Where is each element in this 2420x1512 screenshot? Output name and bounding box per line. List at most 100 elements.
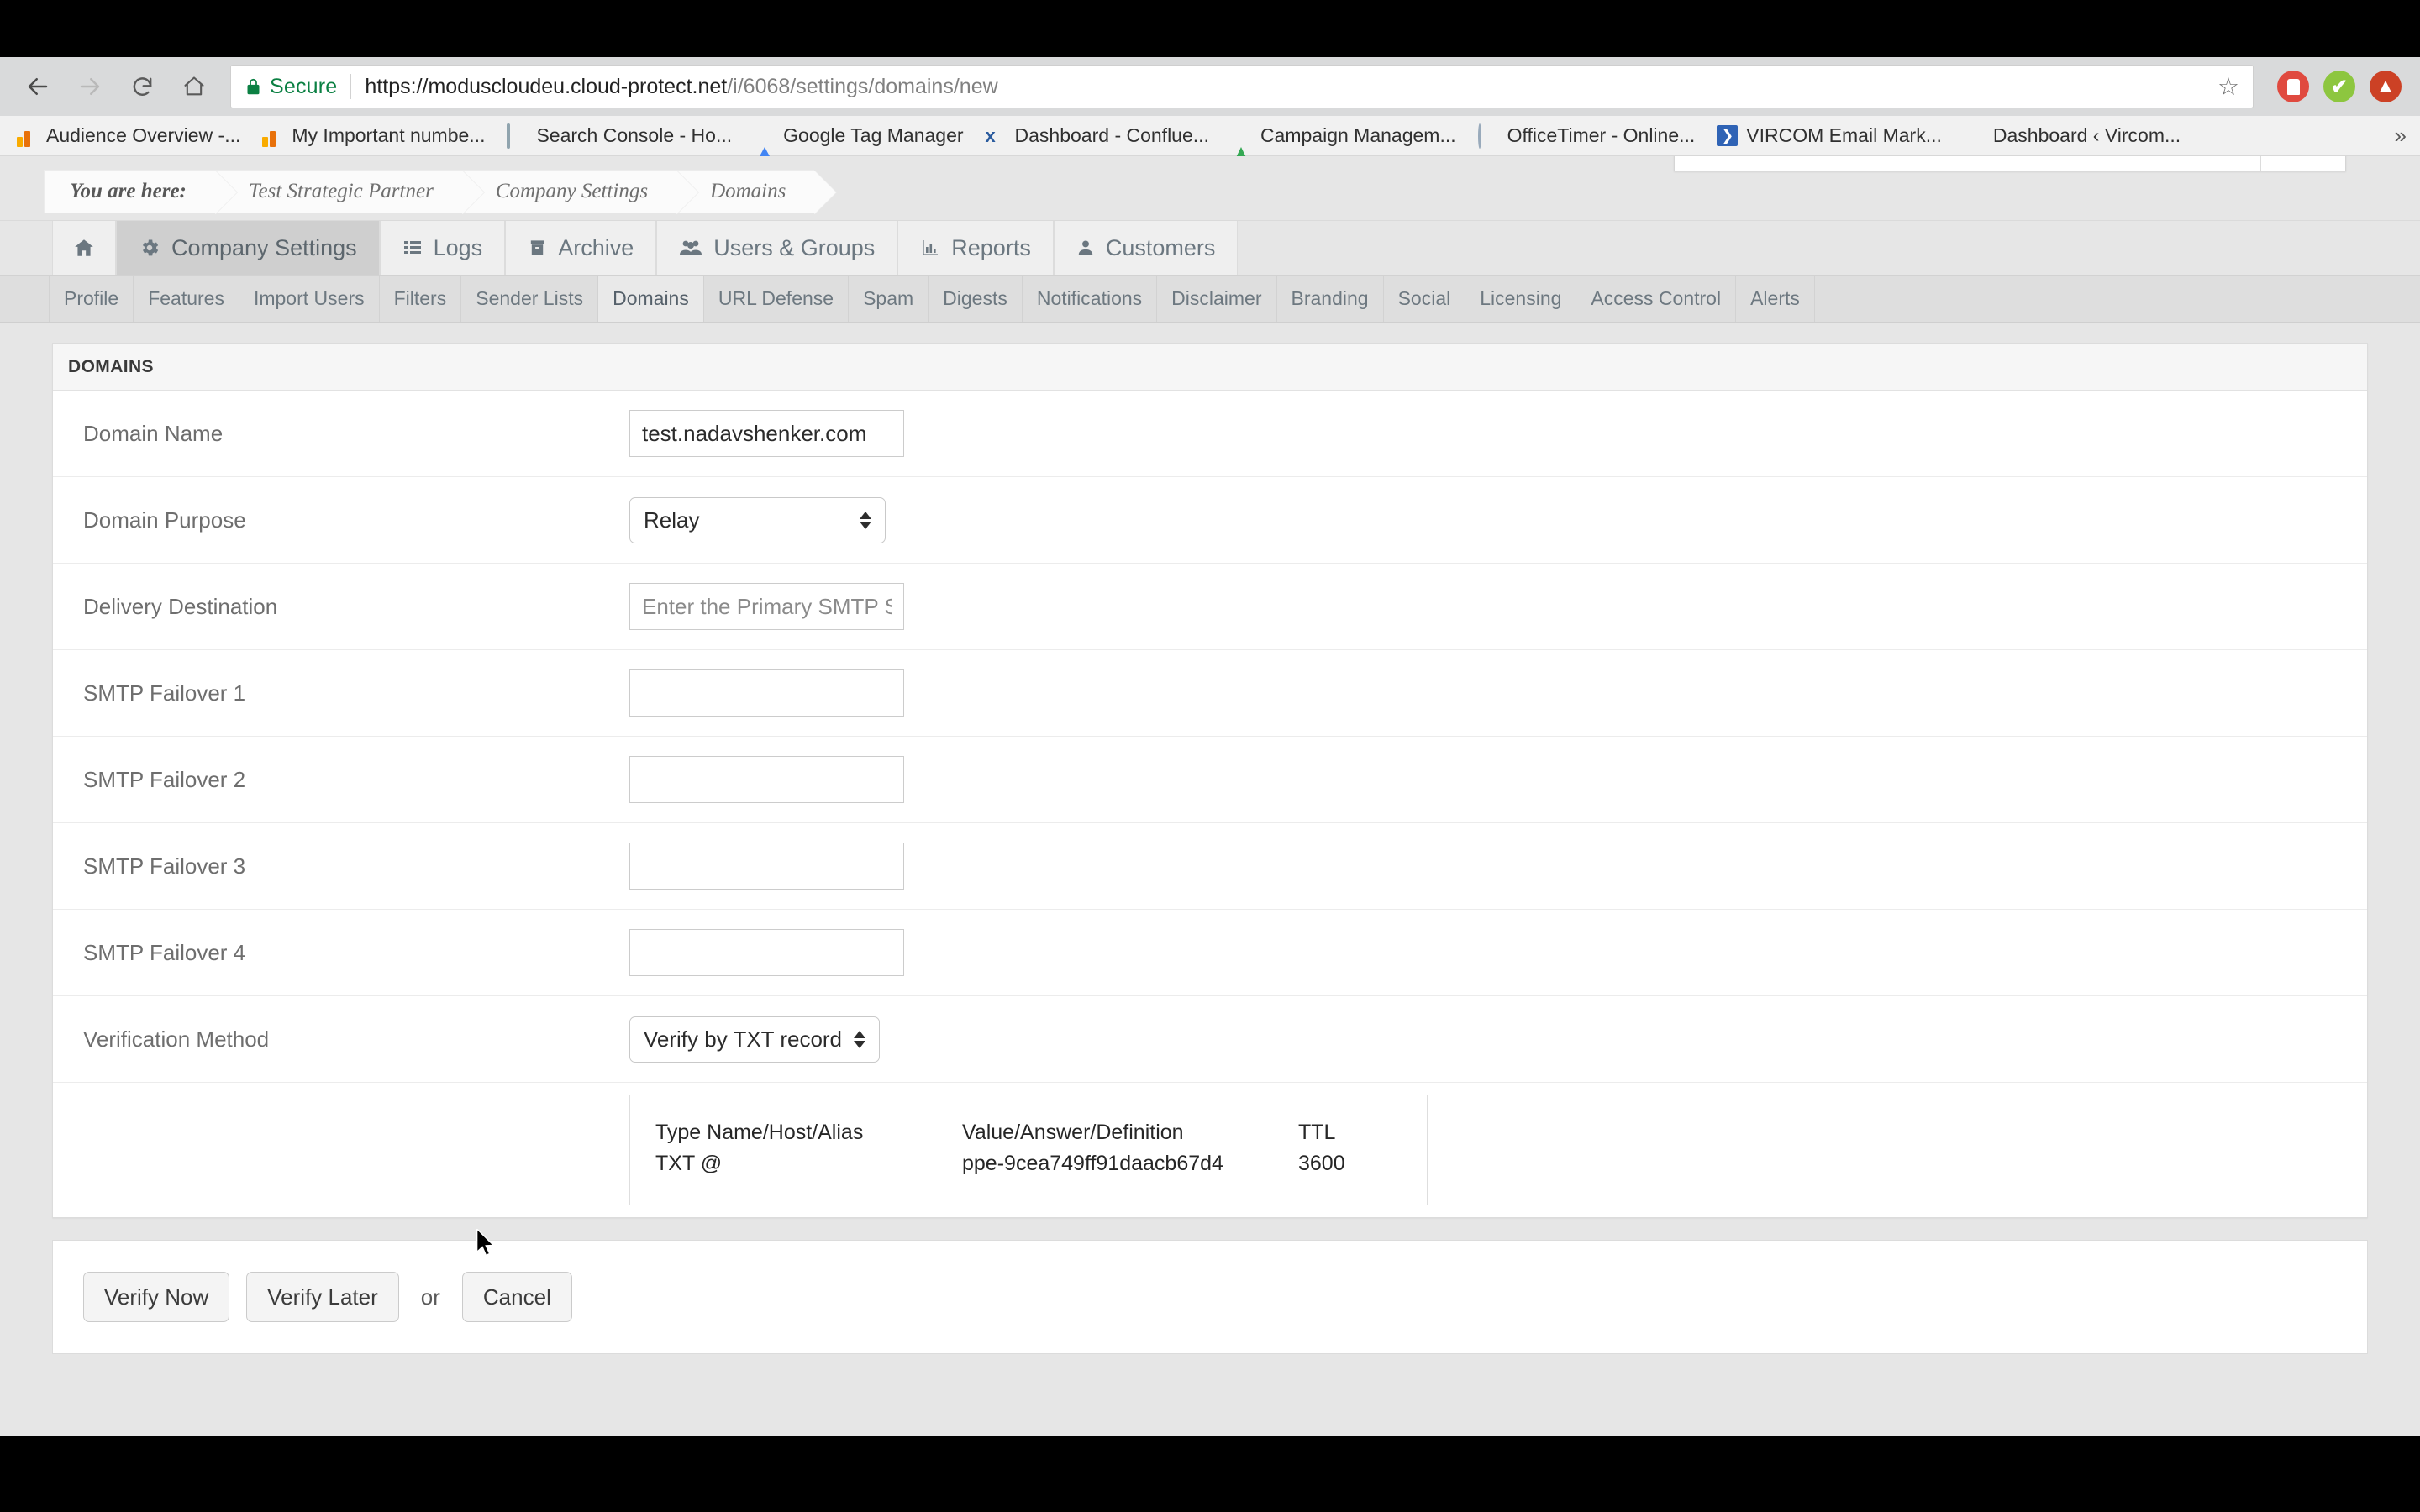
cell-value: ppe-9cea749ff91daacb67d4 xyxy=(962,1152,1298,1176)
domain-name-input[interactable] xyxy=(629,410,904,457)
forward-arrow-icon[interactable] xyxy=(64,60,116,113)
verify-now-button[interactable]: Verify Now xyxy=(83,1272,229,1322)
bookmark-item[interactable]: Audience Overview -... xyxy=(17,124,240,147)
nav-tab-users-groups[interactable]: Users & Groups xyxy=(656,221,897,275)
user-icon xyxy=(1076,238,1095,258)
nav-tab-label: Logs xyxy=(434,235,483,261)
subtab-social[interactable]: Social xyxy=(1384,276,1466,322)
bookmark-item[interactable]: Google Tag Manager xyxy=(754,124,963,147)
secure-label: Secure xyxy=(270,75,337,99)
smtp-failover-4-input[interactable] xyxy=(629,929,904,976)
url-text: https://moduscloudeu.cloud-protect.net/i… xyxy=(365,75,997,99)
nav-tab-reports[interactable]: Reports xyxy=(897,221,1054,275)
column-header-ttl: TTL xyxy=(1298,1121,1402,1152)
verification-method-value: Verify by TXT record xyxy=(644,1026,842,1053)
field-row-smtp-failover-2: SMTP Failover 2 xyxy=(53,737,2367,823)
or-label: or xyxy=(416,1284,445,1310)
back-arrow-icon[interactable] xyxy=(12,60,64,113)
subtab-filters[interactable]: Filters xyxy=(380,276,462,322)
subtab-domains[interactable]: Domains xyxy=(598,276,704,322)
chevron-updown-icon xyxy=(860,512,871,529)
bookmark-label: VIRCOM Email Mark... xyxy=(1746,124,1942,147)
subtab-features[interactable]: Features xyxy=(134,276,239,322)
bookmark-label: Google Tag Manager xyxy=(783,124,963,147)
delivery-destination-input[interactable] xyxy=(629,583,904,630)
smtp-failover-2-input[interactable] xyxy=(629,756,904,803)
nav-tab-archive[interactable]: Archive xyxy=(505,221,656,275)
bookmark-item[interactable]: x Dashboard - Conflue... xyxy=(986,124,1209,147)
subtab-spam[interactable]: Spam xyxy=(849,276,929,322)
domain-purpose-value: Relay xyxy=(644,507,699,533)
verification-method-select[interactable]: Verify by TXT record xyxy=(629,1016,880,1063)
field-row-smtp-failover-4: SMTP Failover 4 xyxy=(53,910,2367,996)
subtab-profile[interactable]: Profile xyxy=(49,276,134,322)
bookmark-label: My Important numbe... xyxy=(292,124,485,147)
list-icon xyxy=(402,238,423,258)
subtab-licensing[interactable]: Licensing xyxy=(1465,276,1576,322)
reload-icon[interactable] xyxy=(116,60,168,113)
google-analytics-icon xyxy=(17,125,39,147)
breadcrumb-item-company-settings[interactable]: Company Settings xyxy=(462,170,676,213)
nav-tab-logs[interactable]: Logs xyxy=(380,221,506,275)
table-header-row: Type Name/Host/Alias Value/Answer/Defini… xyxy=(655,1121,1402,1152)
gear-icon xyxy=(139,237,160,259)
bookmarks-overflow-icon[interactable]: » xyxy=(2395,123,2407,149)
browser-window: Secure https://moduscloudeu.cloud-protec… xyxy=(0,57,2420,1436)
bookmark-item[interactable]: Campaign Managem... xyxy=(1231,124,1456,147)
field-label: Domain Name xyxy=(83,421,629,447)
bookmark-item[interactable]: Search Console - Ho... xyxy=(507,124,732,147)
page-viewport: You are here: Test Strategic Partner Com… xyxy=(0,156,2420,1436)
adblock-extension-icon[interactable] xyxy=(2277,71,2309,102)
subtab-import-users[interactable]: Import Users xyxy=(239,276,380,322)
bookmark-label: Dashboard ‹ Vircom... xyxy=(1993,124,2181,147)
bookmark-item[interactable]: ❯ VIRCOM Email Mark... xyxy=(1717,124,1942,147)
breadcrumb-item-partner[interactable]: Test Strategic Partner xyxy=(215,170,462,213)
bookmark-item[interactable]: My Important numbe... xyxy=(262,124,485,147)
domains-panel: DOMAINS Domain Name Domain Purpose Relay… xyxy=(52,343,2368,1218)
nav-tab-label: Customers xyxy=(1106,235,1216,261)
cell-ttl: 3600 xyxy=(1298,1152,1402,1176)
omnibox-divider xyxy=(350,74,351,99)
subtab-sender-lists[interactable]: Sender Lists xyxy=(461,276,598,322)
nav-tab-company-settings[interactable]: Company Settings xyxy=(116,221,380,275)
google-tag-manager-icon xyxy=(754,125,776,147)
screen: Secure https://moduscloudeu.cloud-protec… xyxy=(0,0,2420,1512)
bookmark-star-icon[interactable]: ☆ xyxy=(2217,72,2239,102)
field-row-smtp-failover-3: SMTP Failover 3 xyxy=(53,823,2367,910)
breadcrumb-prefix: You are here: xyxy=(44,170,215,213)
subtab-branding[interactable]: Branding xyxy=(1277,276,1384,322)
subtab-digests[interactable]: Digests xyxy=(929,276,1023,322)
home-icon xyxy=(73,237,95,259)
lock-icon xyxy=(245,77,262,97)
panel-title: DOMAINS xyxy=(53,344,2367,391)
cancel-button[interactable]: Cancel xyxy=(462,1272,572,1322)
subtab-url-defense[interactable]: URL Defense xyxy=(704,276,849,322)
bookmark-label: Audience Overview -... xyxy=(46,124,240,147)
bookmark-label: OfficeTimer - Online... xyxy=(1507,124,1696,147)
smtp-failover-1-input[interactable] xyxy=(629,669,904,717)
bar-chart-icon xyxy=(920,238,940,258)
home-icon[interactable] xyxy=(168,60,220,113)
archive-box-icon xyxy=(528,238,547,258)
upload-extension-icon[interactable]: ▲ xyxy=(2370,71,2402,102)
field-label: SMTP Failover 4 xyxy=(83,940,629,966)
field-label: SMTP Failover 3 xyxy=(83,853,629,879)
bookmark-item[interactable]: Dashboard ‹ Vircom... xyxy=(1964,124,2181,147)
subtab-access-control[interactable]: Access Control xyxy=(1576,276,1736,322)
nav-tab-label: Reports xyxy=(951,235,1031,261)
smtp-failover-3-input[interactable] xyxy=(629,843,904,890)
table-row: TXT @ ppe-9cea749ff91daacb67d4 3600 xyxy=(655,1152,1402,1176)
subtab-notifications[interactable]: Notifications xyxy=(1023,276,1157,322)
verify-later-button[interactable]: Verify Later xyxy=(246,1272,399,1322)
browser-toolbar: Secure https://moduscloudeu.cloud-protec… xyxy=(0,57,2420,116)
form-actions: Verify Now Verify Later or Cancel xyxy=(52,1240,2368,1354)
subtab-alerts[interactable]: Alerts xyxy=(1736,276,1815,322)
domain-purpose-select[interactable]: Relay xyxy=(629,497,886,543)
nav-tab-customers[interactable]: Customers xyxy=(1054,221,1239,275)
google-analytics-icon xyxy=(262,125,284,147)
address-bar[interactable]: Secure https://moduscloudeu.cloud-protec… xyxy=(230,65,2254,108)
bookmark-item[interactable]: OfficeTimer - Online... xyxy=(1478,124,1696,147)
nav-tab-home[interactable] xyxy=(52,221,116,275)
subtab-disclaimer[interactable]: Disclaimer xyxy=(1157,276,1276,322)
checkmark-extension-icon[interactable]: ✔ xyxy=(2323,71,2355,102)
